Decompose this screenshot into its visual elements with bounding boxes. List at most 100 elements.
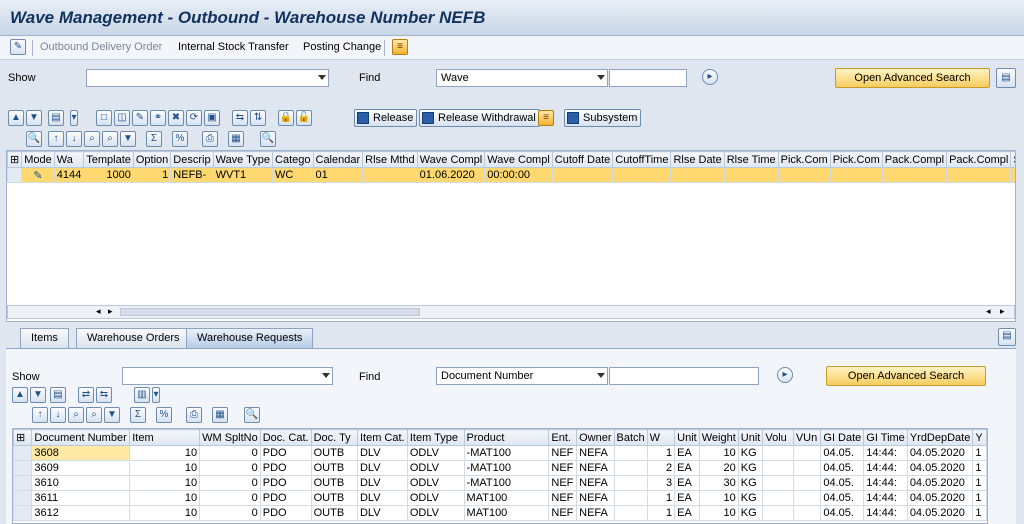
table-cell[interactable]: [792, 460, 822, 476]
table-cell[interactable]: 1: [972, 460, 987, 476]
column-header[interactable]: YrdDepDate: [906, 429, 974, 446]
table-cell[interactable]: 01: [312, 167, 364, 183]
table-cell[interactable]: 10: [698, 490, 739, 506]
find-next-icon[interactable]: ⌕: [102, 131, 118, 147]
sum-icon[interactable]: Σ: [130, 407, 146, 423]
table-cell[interactable]: 0: [199, 445, 261, 461]
table-cell[interactable]: -MAT100: [463, 445, 550, 461]
transfer-icon[interactable]: ⇅: [250, 110, 266, 126]
column-header[interactable]: Pick.Com: [777, 151, 831, 168]
print-icon[interactable]: ⎙: [202, 131, 218, 147]
split-icon[interactable]: ⇆: [232, 110, 248, 126]
release-button[interactable]: Release: [354, 109, 418, 127]
table-cell[interactable]: [613, 475, 648, 491]
layout-icon[interactable]: 🔍: [244, 407, 260, 423]
table-cell[interactable]: [362, 167, 418, 183]
table-cell[interactable]: 04.05.2020: [906, 505, 974, 521]
table-cell[interactable]: 14:44:: [863, 475, 908, 491]
table-cell[interactable]: [829, 167, 883, 183]
select-all-icon[interactable]: ⊞: [7, 151, 23, 168]
display-change-icon[interactable]: ✎: [10, 39, 26, 55]
table-cell[interactable]: DLV: [356, 445, 408, 461]
execute-search-icon[interactable]: ▸: [777, 367, 793, 383]
table-cell[interactable]: [792, 475, 822, 491]
table-cell[interactable]: [777, 167, 831, 183]
table-cell[interactable]: MAT100: [463, 490, 550, 506]
table-cell[interactable]: 04.05.: [820, 475, 865, 491]
export-icon[interactable]: ▦: [212, 407, 228, 423]
column-header[interactable]: Wave Compl: [484, 151, 553, 168]
column-header[interactable]: Wave Type: [212, 151, 274, 168]
column-header[interactable]: Item Type: [406, 429, 465, 446]
table-cell[interactable]: KG: [737, 445, 764, 461]
table-row[interactable]: 3609 10 0 PDO OUTB DLV ODLV -MAT100 NEF NEFA 2 EA 20…: [13, 460, 987, 476]
table-cell[interactable]: ✎: [21, 167, 55, 183]
table-cell[interactable]: 14:44:: [863, 445, 908, 461]
table-cell[interactable]: 00:00:00: [484, 167, 553, 183]
table-cell[interactable]: 0: [199, 460, 261, 476]
unassign-icon[interactable]: ⇆: [96, 387, 112, 403]
column-header[interactable]: Calendar: [312, 151, 364, 168]
table-cell[interactable]: KG: [737, 490, 764, 506]
column-header[interactable]: Y: [972, 429, 987, 446]
table-cell[interactable]: EA: [674, 505, 700, 521]
wave-horizontal-scrollbar[interactable]: ◂ ▸ ◂ ▸: [7, 305, 1015, 319]
table-cell[interactable]: ODLV: [406, 460, 465, 476]
column-header[interactable]: Volu: [762, 429, 794, 446]
more-functions-icon[interactable]: ≡: [538, 110, 554, 126]
table-cell[interactable]: 1: [132, 167, 172, 183]
column-header[interactable]: Option: [132, 151, 172, 168]
table-cell[interactable]: NEFA: [576, 490, 615, 506]
table-cell[interactable]: 3612: [31, 505, 131, 521]
table-cell[interactable]: DLV: [356, 475, 408, 491]
table-cell[interactable]: [762, 445, 794, 461]
select-all-icon[interactable]: ⊞: [13, 429, 33, 446]
table-row[interactable]: 3608 10 0 PDO OUTB DLV ODLV -MAT100 NEF NEFA 1 EA 10…: [13, 445, 987, 461]
details-icon[interactable]: 🔍: [26, 131, 42, 147]
column-header[interactable]: Ent.: [548, 429, 578, 446]
refresh-icon[interactable]: ⟳: [186, 110, 202, 126]
table-cell[interactable]: 04.05.2020: [906, 460, 974, 476]
table-cell[interactable]: 3: [646, 475, 676, 491]
table-cell[interactable]: EA: [674, 445, 700, 461]
move-down-icon[interactable]: ▼: [26, 110, 42, 126]
release-withdrawal-button[interactable]: Release Withdrawal: [419, 109, 540, 127]
document-flow-icon[interactable]: ▥: [134, 387, 150, 403]
column-header[interactable]: GI Time: [863, 429, 908, 446]
more-functions-icon[interactable]: ≡: [392, 39, 408, 55]
scroll-left-icon[interactable]: ◂: [96, 306, 101, 317]
unlock-icon[interactable]: 🔓: [296, 110, 312, 126]
table-cell[interactable]: 04.05.: [820, 460, 865, 476]
table-cell[interactable]: 1: [972, 505, 987, 521]
find-input[interactable]: [609, 69, 687, 87]
table-cell[interactable]: 0: [199, 490, 261, 506]
table-cell[interactable]: KG: [737, 505, 764, 521]
table-cell[interactable]: [946, 167, 1012, 183]
table-cell[interactable]: 1: [646, 445, 676, 461]
column-header[interactable]: Catego: [272, 151, 314, 168]
find-input[interactable]: [609, 367, 759, 385]
table-cell[interactable]: NEFA: [576, 475, 615, 491]
column-header[interactable]: Product: [463, 429, 550, 446]
table-cell[interactable]: 04.05.: [820, 505, 865, 521]
table-cell[interactable]: 1000: [83, 167, 134, 183]
table-cell[interactable]: ODLV: [406, 505, 465, 521]
subtotal-icon[interactable]: %: [156, 407, 172, 423]
settings-panel-icon[interactable]: ▤: [996, 68, 1016, 88]
open-advanced-search-button[interactable]: Open Advanced Search: [835, 68, 990, 88]
tab-items[interactable]: Items: [20, 328, 69, 348]
column-header[interactable]: Rlse Date: [670, 151, 725, 168]
table-cell[interactable]: 0: [199, 475, 261, 491]
table-cell[interactable]: NEF: [548, 505, 578, 521]
row-selector[interactable]: [13, 460, 33, 476]
table-cell[interactable]: EA: [674, 460, 700, 476]
column-header[interactable]: S: [1010, 151, 1015, 168]
table-cell[interactable]: OUTB: [310, 475, 358, 491]
column-header[interactable]: VUn: [792, 429, 822, 446]
table-cell[interactable]: [792, 505, 822, 521]
table-cell[interactable]: 1: [972, 475, 987, 491]
column-header[interactable]: Template: [83, 151, 134, 168]
move-up-icon[interactable]: ▲: [12, 387, 28, 403]
column-header[interactable]: Pack.Compl: [881, 151, 948, 168]
column-header[interactable]: Mode: [21, 151, 55, 168]
